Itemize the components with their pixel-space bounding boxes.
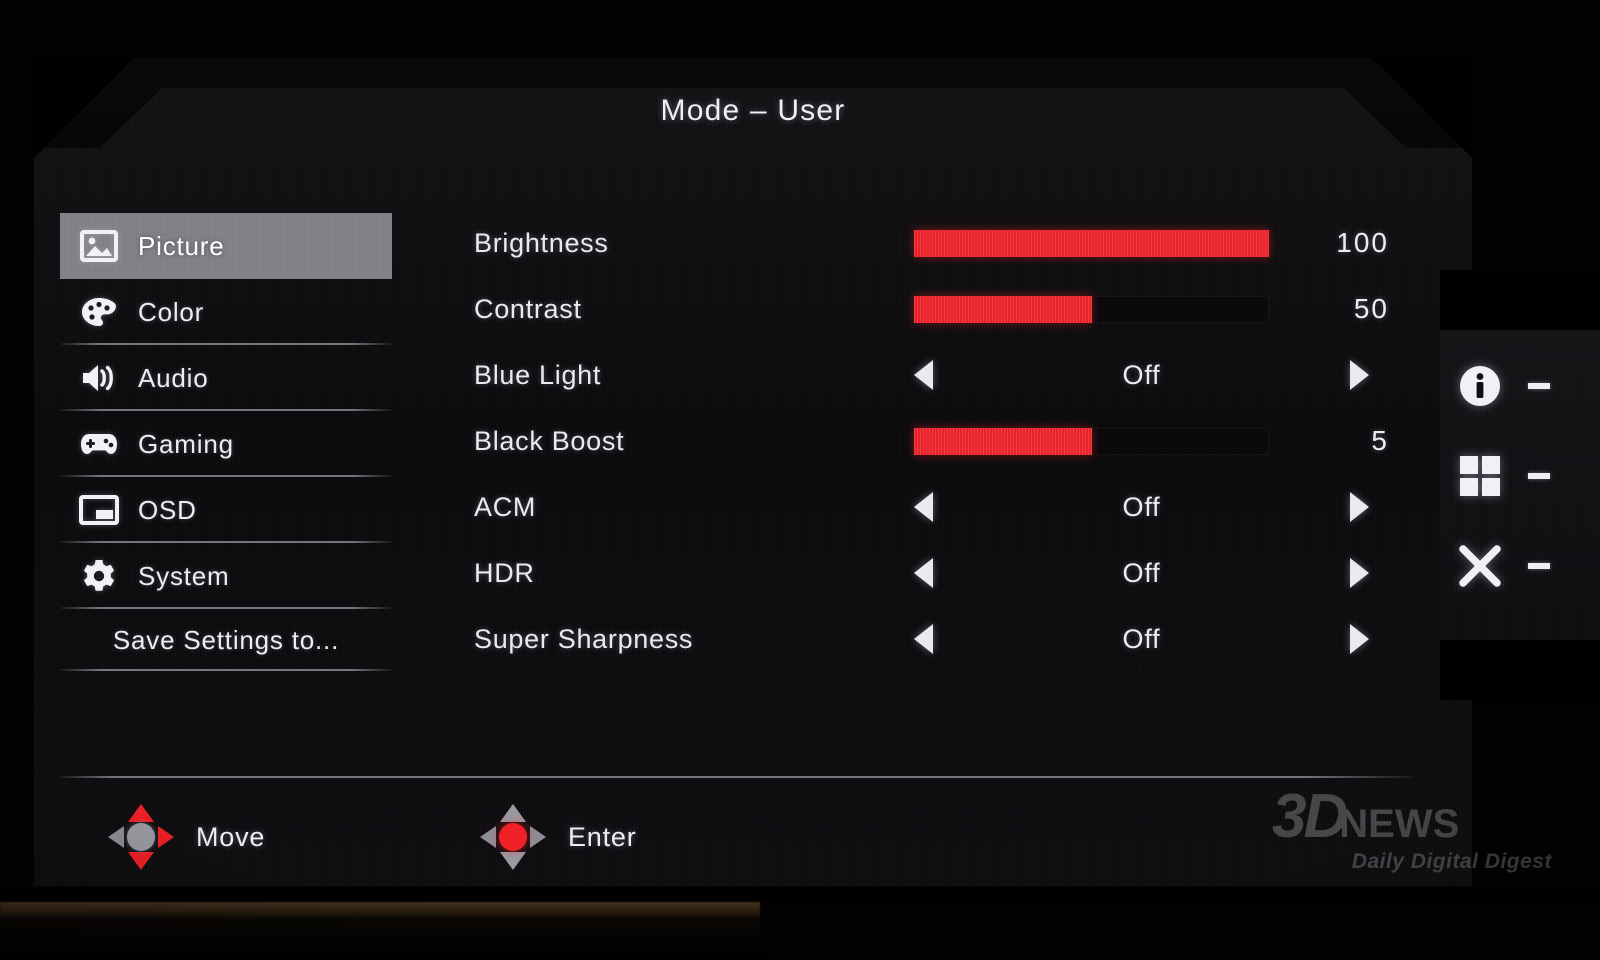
hint-move: Move bbox=[108, 804, 265, 870]
side-row-value bbox=[1528, 383, 1550, 389]
acm-option-control: Off bbox=[914, 490, 1369, 524]
arrow-left-icon[interactable] bbox=[914, 492, 933, 522]
page-title: Mode – User bbox=[660, 94, 846, 127]
side-row-grid[interactable] bbox=[1458, 454, 1550, 498]
arrow-left-icon[interactable] bbox=[914, 624, 933, 654]
dpad-left-arrow bbox=[480, 826, 496, 848]
sidebar-item-save-settings-to[interactable]: Save Settings to... bbox=[60, 609, 392, 671]
hdr-value: Off bbox=[1122, 557, 1161, 588]
setting-row-hdr: HDR Off bbox=[474, 540, 1424, 606]
side-row-close[interactable] bbox=[1458, 544, 1550, 588]
hint-bar: Move Enter bbox=[60, 798, 1430, 878]
super-sharpness-value: Off bbox=[1122, 623, 1161, 654]
setting-row-acm: ACM Off bbox=[474, 474, 1424, 540]
side-panel-top-cap bbox=[1440, 270, 1600, 330]
super-sharpness-option-control: Off bbox=[914, 622, 1369, 656]
info-icon bbox=[1460, 366, 1500, 406]
hint-enter-label: Enter bbox=[568, 821, 637, 852]
arrow-right-icon[interactable] bbox=[1349, 624, 1369, 654]
grid-icon bbox=[1460, 456, 1500, 496]
sidebar-item-picture[interactable]: Picture bbox=[60, 213, 392, 279]
dpad-center bbox=[499, 823, 527, 851]
palette-icon bbox=[60, 296, 138, 328]
brightness-value: 100 bbox=[1336, 227, 1389, 258]
dpad-right-arrow bbox=[158, 826, 174, 848]
dpad-left-arrow bbox=[108, 826, 124, 848]
brightness-slider[interactable] bbox=[914, 229, 1269, 257]
setting-label: ACM bbox=[474, 491, 537, 522]
arrow-left-icon[interactable] bbox=[914, 558, 933, 588]
side-panel-bottom-cap bbox=[1440, 640, 1600, 700]
blue-light-value: Off bbox=[1122, 359, 1161, 390]
arrow-left-icon[interactable] bbox=[914, 360, 933, 390]
side-row-value bbox=[1528, 473, 1550, 479]
sidebar-item-label: OSD bbox=[138, 494, 197, 525]
hint-enter: Enter bbox=[480, 804, 637, 870]
osd-sidebar-menu: Picture Color Audio Gaming OSD System Sa… bbox=[60, 213, 392, 671]
sidebar-item-color[interactable]: Color bbox=[60, 279, 392, 345]
picture-icon bbox=[60, 230, 138, 262]
slider-fill bbox=[914, 427, 1092, 455]
sidebar-item-label: System bbox=[138, 560, 230, 591]
side-panel bbox=[1440, 330, 1600, 640]
dpad-down-arrow bbox=[500, 852, 526, 870]
setting-row-blue-light: Blue Light Off bbox=[474, 342, 1424, 408]
setting-row-super-sharpness: Super Sharpness Off bbox=[474, 606, 1424, 672]
divider bbox=[60, 669, 392, 671]
setting-label: Brightness bbox=[474, 227, 609, 258]
setting-row-brightness: Brightness 100 bbox=[474, 210, 1424, 276]
slider-fill bbox=[914, 295, 1092, 323]
osd-icon bbox=[60, 495, 138, 525]
contrast-slider[interactable] bbox=[914, 295, 1269, 323]
setting-label: Contrast bbox=[474, 293, 582, 324]
speaker-icon bbox=[60, 362, 138, 394]
side-row-info[interactable] bbox=[1458, 364, 1550, 408]
sidebar-item-label: Gaming bbox=[138, 428, 234, 459]
sidebar-item-system[interactable]: System bbox=[60, 543, 392, 609]
sidebar-item-gaming[interactable]: Gaming bbox=[60, 411, 392, 477]
side-row-value bbox=[1528, 563, 1550, 569]
dpad-up-arrow bbox=[500, 804, 526, 822]
setting-row-black-boost: Black Boost 5 bbox=[474, 408, 1424, 474]
dpad-center bbox=[127, 823, 155, 851]
sidebar-item-label: Picture bbox=[138, 230, 225, 261]
sidebar-item-label: Save Settings to... bbox=[112, 624, 340, 655]
sidebar-item-label: Color bbox=[138, 296, 205, 327]
gear-icon bbox=[60, 558, 138, 594]
setting-label: Black Boost bbox=[474, 425, 625, 456]
osd-panel: Mode – User Picture Color Audio Gaming O… bbox=[34, 58, 1472, 886]
setting-label: HDR bbox=[474, 557, 535, 588]
black-boost-value: 5 bbox=[1371, 425, 1389, 456]
hdr-option-control: Off bbox=[914, 556, 1369, 590]
sidebar-item-audio[interactable]: Audio bbox=[60, 345, 392, 411]
dpad-up-arrow bbox=[128, 804, 154, 822]
dpad-right-arrow bbox=[530, 826, 546, 848]
setting-label: Blue Light bbox=[474, 359, 602, 390]
settings-list: Brightness 100 Contrast 50 Blue Light Of… bbox=[474, 210, 1424, 672]
dpad-down-arrow bbox=[128, 852, 154, 870]
hint-move-label: Move bbox=[196, 821, 266, 852]
desk-edge bbox=[0, 902, 760, 960]
divider bbox=[60, 776, 1415, 778]
setting-row-contrast: Contrast 50 bbox=[474, 276, 1424, 342]
dpad-move-icon bbox=[108, 804, 174, 870]
blue-light-option-control: Off bbox=[914, 358, 1369, 392]
acm-value: Off bbox=[1122, 491, 1161, 522]
slider-fill bbox=[914, 229, 1269, 257]
sidebar-item-osd[interactable]: OSD bbox=[60, 477, 392, 543]
setting-label: Super Sharpness bbox=[474, 623, 694, 654]
black-boost-slider[interactable] bbox=[914, 427, 1269, 455]
contrast-value: 50 bbox=[1353, 293, 1389, 324]
arrow-right-icon[interactable] bbox=[1349, 492, 1369, 522]
dpad-enter-icon bbox=[480, 804, 546, 870]
close-icon bbox=[1459, 545, 1501, 587]
arrow-right-icon[interactable] bbox=[1349, 360, 1369, 390]
gamepad-icon bbox=[60, 430, 138, 458]
sidebar-item-label: Audio bbox=[138, 362, 209, 393]
arrow-right-icon[interactable] bbox=[1349, 558, 1369, 588]
